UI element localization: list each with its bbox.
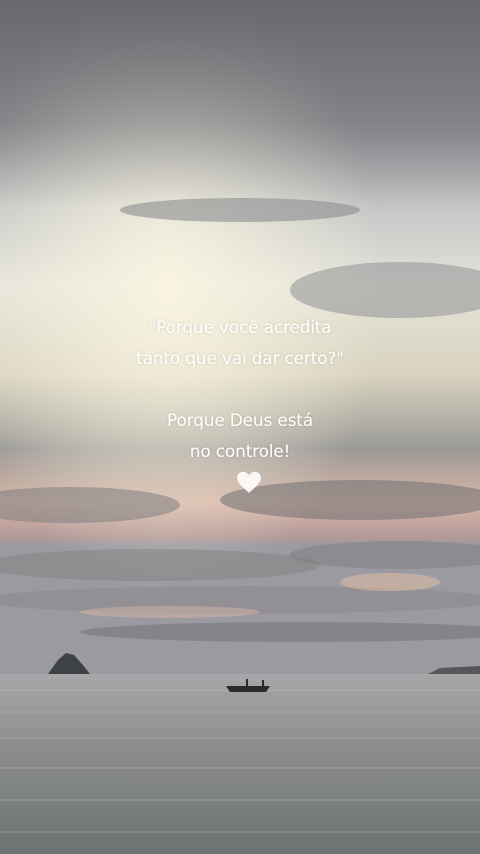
question-line-1: "Porque você acredita bbox=[148, 318, 332, 338]
answer-line-2: no controle! bbox=[189, 442, 291, 462]
answer-text: Porque Deus está no controle! bbox=[0, 406, 480, 468]
white-heart-icon bbox=[237, 471, 261, 493]
answer-line-1: Porque Deus está bbox=[167, 411, 313, 431]
question-text: "Porque você acredita tanto que vai dar … bbox=[0, 313, 480, 375]
question-line-2: tanto que vai dar certo?" bbox=[136, 349, 344, 369]
